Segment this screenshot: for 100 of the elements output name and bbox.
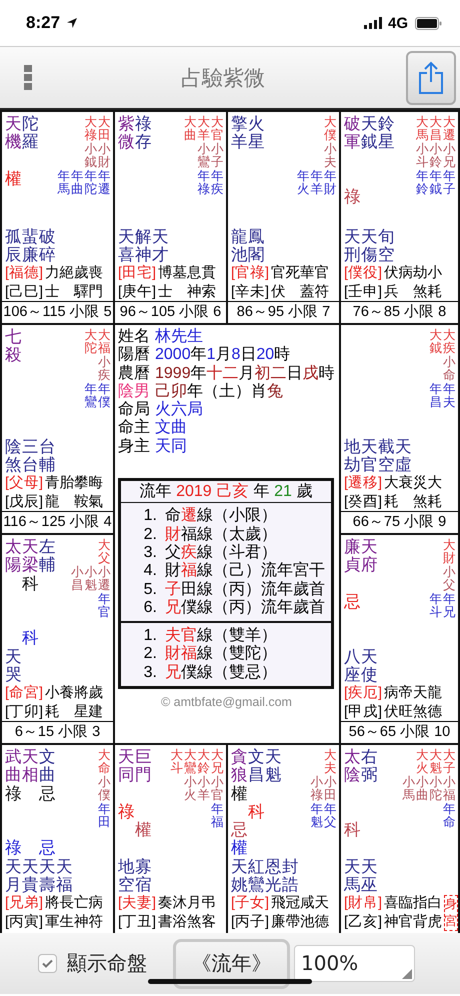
transform-mark: 科: [22, 629, 39, 648]
annotation-label: 年昌: [429, 382, 443, 410]
annotation-label: 大兄: [210, 749, 224, 776]
age-range: 106～115 小限 5: [2, 301, 113, 323]
transform-mark: 權: [135, 821, 152, 840]
list-item-text: 財福線（太歲）: [165, 526, 277, 544]
palace-name: [子女]: [231, 894, 270, 913]
signal-icon: [364, 17, 382, 29]
annotation-label: 年福: [210, 802, 224, 830]
annotation-label: 小祿: [310, 776, 324, 803]
deity-name: 力士: [45, 264, 60, 301]
annotation-label: 年鉞: [429, 170, 443, 196]
zoom-field[interactable]: 100%: [294, 945, 415, 982]
menu-icon[interactable]: [24, 65, 32, 90]
transform-mark: 權: [231, 839, 248, 858]
star-name: 天姚: [231, 858, 248, 894]
annotation-label: 大財: [442, 539, 456, 566]
annotation-label: 小子: [210, 142, 224, 170]
annotation-label: 年遷: [98, 170, 111, 196]
star-name: 陀羅: [22, 115, 38, 152]
annotation-label: 年馬: [57, 170, 71, 196]
mode-button[interactable]: 《流年》: [173, 938, 290, 988]
deity-name: 病符: [88, 894, 104, 931]
field-value: 2000年1月 8日20時: [155, 346, 290, 364]
deity-name: 白虎: [428, 894, 442, 931]
age-range: 76～85 小限 8: [341, 301, 458, 323]
share-icon: [418, 60, 444, 94]
annotation-label: 年僕: [98, 382, 111, 410]
status-time: 8:27: [26, 13, 60, 33]
age-range: 86～95 小限 7: [228, 301, 339, 323]
list-item-text: 命遷線（小限）: [165, 507, 277, 526]
transform-mark: 祿: [118, 802, 135, 821]
annotation-label: 大僕: [324, 116, 337, 142]
star-name: 鈴星: [378, 115, 394, 152]
annotation-label: 小夫: [324, 142, 337, 170]
annotation-label: 小財: [98, 142, 111, 170]
star-name: 廉貞: [344, 538, 360, 575]
annotation-label: 年火: [296, 170, 310, 196]
star-name: 鳳閣: [248, 228, 265, 264]
annotation-label: 小遷: [98, 566, 111, 593]
share-button[interactable]: [406, 50, 456, 104]
deity-name: 歲建: [88, 684, 104, 721]
field-label: 姓名: [118, 328, 150, 346]
annotation-label: 大馬: [416, 116, 430, 142]
transform-mark: 忌: [231, 821, 248, 840]
item-number: 5.: [142, 580, 157, 599]
stem-branch: [甲戌]: [344, 702, 382, 721]
star-name: 蜚廉: [22, 228, 39, 264]
deity-name: 沐浴: [172, 894, 188, 931]
annotation-label: 年夫: [442, 382, 456, 410]
annotation-label: 小僕: [98, 776, 111, 803]
deity-name: 大耗: [384, 475, 399, 511]
star-name: 紫微: [118, 115, 134, 152]
star-name: 天才: [152, 228, 169, 264]
deity-name: 劫煞: [413, 264, 428, 301]
annotation-label: 年兄: [442, 592, 456, 620]
star-name: 天同: [118, 748, 134, 785]
star-name: 右弼: [361, 748, 378, 785]
star-name: 天月: [5, 858, 22, 894]
deity-name: 青龍: [45, 474, 60, 511]
annotation-label: 小魁: [84, 566, 98, 593]
annotation-label: 大火: [416, 749, 430, 776]
annotation-label: 大羊: [197, 116, 211, 142]
deity-name: 死: [286, 264, 300, 284]
star-name: 文曲: [39, 748, 56, 785]
deity-name: 病: [398, 264, 414, 284]
app-title: 占驗紫微: [180, 64, 266, 92]
checkmark-icon: [42, 959, 53, 968]
annotation-label: 大疾: [442, 329, 456, 356]
deity-name: 天煞: [413, 684, 428, 721]
palace-name: [父母]: [5, 474, 44, 493]
stem-branch: [丁丑]: [118, 912, 156, 931]
deity-name: 墓: [172, 264, 188, 284]
field-value: 己卯年（土）肖兔: [155, 382, 283, 400]
deity-name: 大耗: [428, 474, 442, 511]
transform-mark: 忌: [39, 784, 56, 803]
star-name: 天刑: [344, 228, 361, 264]
star-name: 天巫: [361, 858, 378, 894]
checkbox[interactable]: [38, 954, 57, 973]
palace-name: [田宅]: [118, 264, 156, 283]
annotation-label: 小父: [442, 566, 456, 593]
annotation-label: 年魁: [310, 802, 324, 830]
deity-name: 奏書: [158, 894, 173, 931]
star-name: 截空: [378, 438, 395, 474]
field-label: 陰男: [118, 382, 150, 401]
transform-mark: 科: [344, 821, 361, 840]
field-value: 火六局: [155, 401, 203, 418]
annotation-label: 大田: [98, 116, 111, 142]
annotation-label: 大鸞: [184, 749, 198, 776]
annotation-label: 小疾: [98, 356, 111, 383]
palace-name: [兄弟]: [5, 894, 44, 913]
star-name: 天壽: [39, 858, 56, 894]
deity-name: 將星: [74, 684, 89, 721]
star-name: 太陽: [5, 538, 22, 575]
star-name: 天使: [361, 648, 378, 684]
star-name: 地空: [118, 858, 135, 894]
checkbox-label: 顯示命盤: [67, 950, 147, 977]
item-number: 3.: [142, 664, 157, 682]
deity-name: 病伏: [384, 685, 399, 721]
annotation-label: 大陀: [84, 329, 98, 356]
